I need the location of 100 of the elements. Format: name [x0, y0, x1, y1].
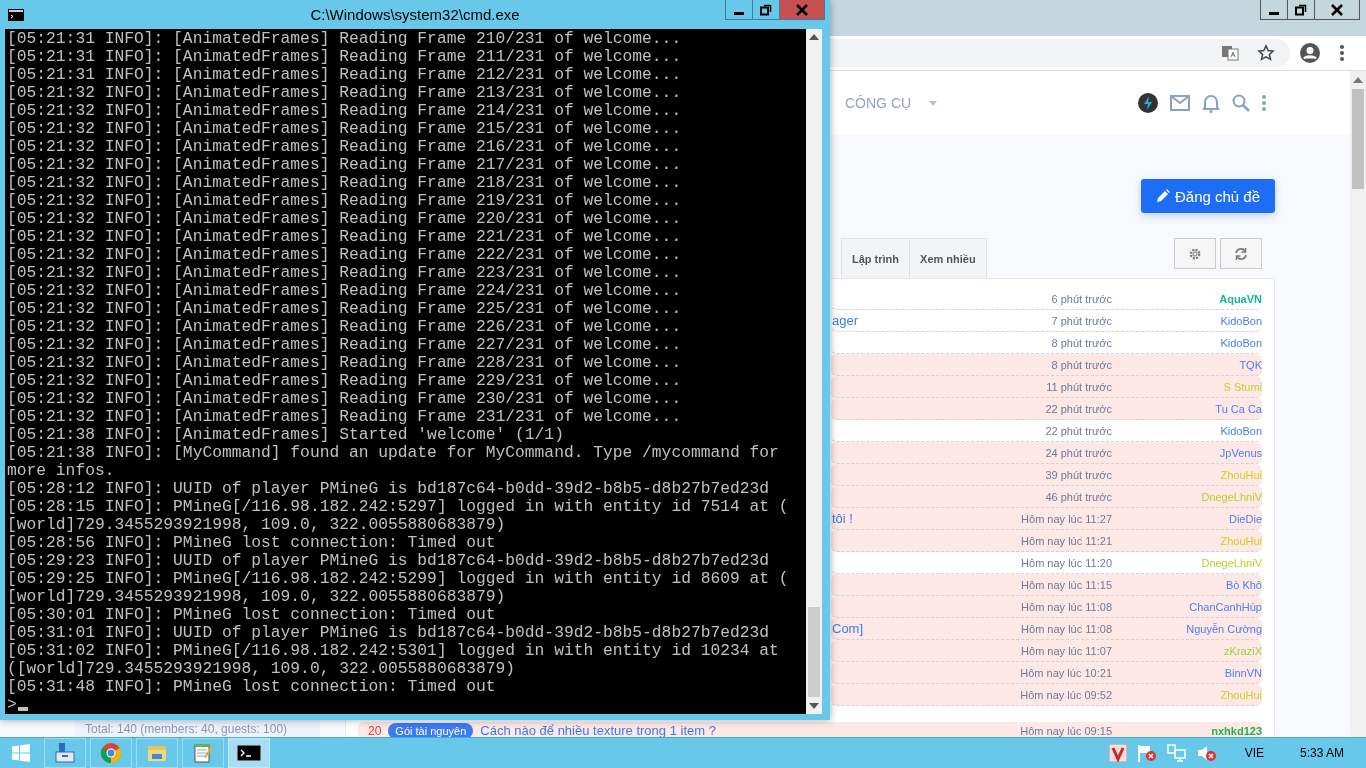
antivirus-icon[interactable] [1108, 744, 1127, 762]
thread-user[interactable]: BinnVN [1172, 666, 1262, 679]
thread-tag[interactable]: Gói tài nguyên [388, 722, 474, 737]
console-line: [world]729.3455293921998, 109.0, 322.0055880683879) [7, 588, 507, 606]
thread-row[interactable]: Hôm nay lúc 11:08 ChanCanhHúp [831, 596, 1262, 618]
scroll-up-icon[interactable] [809, 34, 819, 40]
thread-user[interactable]: DieDie [1172, 512, 1262, 525]
scroll-down-icon[interactable] [809, 703, 819, 709]
thread-time: 6 phút trước [1050, 292, 1112, 305]
thread-row[interactable]: Com] Hôm nay lúc 11:08 Nguyễn Cường [831, 618, 1262, 640]
thread-time: Hôm nay lúc 11:15 [1020, 578, 1112, 591]
tab[interactable]: Lập trình [841, 238, 911, 278]
mail-icon[interactable] [1170, 95, 1190, 111]
thread-title[interactable]: ager [832, 313, 859, 328]
thread-row[interactable]: Hôm nay lúc 11:15 Bò Khô [831, 574, 1262, 596]
console-line: more infos. [7, 462, 116, 480]
console-line: [05:21:32 INFO]: [AnimatedFrames] Reading Frame 213/231 of welcome... [7, 84, 683, 102]
console-line: [05:21:31 INFO]: [AnimatedFrames] Reading Frame 210/231 of welcome... [7, 30, 683, 48]
search-icon[interactable] [1232, 94, 1250, 112]
scrollbar[interactable] [1350, 71, 1366, 737]
thread-time: 11 phút trước [1045, 380, 1112, 393]
console-line: [05:21:32 INFO]: [AnimatedFrames] Reading Frame 224/231 of welcome... [7, 282, 683, 300]
notepad-taskbar-button[interactable] [182, 738, 224, 768]
thread-row[interactable]: Hôm nay lúc 11:21 ZhouHui [831, 530, 1262, 552]
tab[interactable]: Xem nhiều [909, 238, 987, 278]
console-line: [05:29:23 INFO]: UUID of player PMineG is bd187c64-b0dd-39d2-b8b5-d8b27b7ed23d [7, 552, 771, 570]
thread-user[interactable]: KidoBon [1172, 424, 1262, 437]
console-line: [world]729.3455293921998, 109.0, 322.0055880683879) [7, 516, 507, 534]
clock[interactable]: 5:33 AM [1299, 746, 1344, 760]
console-icon [8, 8, 24, 21]
bolt-icon[interactable] [1138, 93, 1158, 113]
console-line: [05:28:56 INFO]: PMineG lost connection: Timed out [7, 534, 497, 552]
minimize-icon [734, 11, 744, 15]
star-icon[interactable] [1257, 44, 1275, 62]
thread-user[interactable]: TQK [1172, 358, 1262, 371]
nav-item[interactable]: CÔNG CỤ [845, 95, 912, 111]
chrome-taskbar-button[interactable] [90, 738, 132, 768]
thread-row[interactable]: 24 phút trước JpVenus [831, 442, 1262, 464]
input-language[interactable]: VIE [1244, 746, 1264, 760]
gear-icon [1188, 246, 1202, 261]
translate-icon[interactable] [1221, 45, 1239, 61]
settings-button[interactable] [1174, 238, 1216, 269]
close-button[interactable] [1314, 0, 1360, 20]
console-line: [05:28:15 INFO]: PMineG[/116.98.182.242:5297] logged in with entity id 7514 at ( [7, 498, 790, 516]
thread-title[interactable]: Cách nào để nhiều texture trong 1 item ? [480, 723, 716, 737]
thread-user[interactable]: Nguyễn Cường [1172, 622, 1262, 635]
minimize-button[interactable] [1260, 0, 1288, 20]
refresh-icon [1234, 246, 1248, 261]
thread-row[interactable]: Hôm nay lúc 10:21 BinnVN [831, 662, 1262, 684]
thread-row[interactable]: 8 phút trước TQK [831, 354, 1262, 376]
server-taskbar-button[interactable] [44, 738, 86, 768]
windows-logo-icon [12, 744, 30, 762]
thread-time: Hôm nay lúc 11:20 [1020, 556, 1112, 569]
menu-icon[interactable] [1340, 45, 1344, 61]
console-taskbar-button[interactable] [228, 738, 270, 768]
thread-row[interactable]: 11 phút trước S Stumi [831, 376, 1262, 398]
profile-icon[interactable] [1300, 43, 1320, 63]
thread-user[interactable]: ChanCanhHúp [1172, 600, 1262, 613]
refresh-button[interactable] [1220, 238, 1262, 269]
thread-user[interactable]: KidoBon [1172, 314, 1262, 327]
more-icon[interactable] [1262, 95, 1266, 111]
browser-icon [100, 742, 122, 764]
thread-title[interactable]: tôi ! [832, 511, 853, 526]
scrollbar-thumb[interactable] [808, 607, 820, 697]
thread-row[interactable]: tôi ! Hôm nay lúc 11:27 DieDie [831, 508, 1262, 530]
thread-time: 46 phút trước [1044, 490, 1112, 503]
thread-time: 7 phút trước [1050, 314, 1112, 327]
volume-muted-icon[interactable] [1196, 744, 1217, 762]
console-line: [05:21:32 INFO]: [AnimatedFrames] Reading Frame 220/231 of welcome... [7, 210, 683, 228]
bell-icon[interactable] [1202, 93, 1220, 113]
thread-row[interactable]: 22 phút trước Tu Ca Ca [831, 398, 1262, 420]
console-line: [05:21:38 INFO]: [AnimatedFrames] Started 'welcome' (1/1) [7, 426, 565, 444]
scrollbar-thumb[interactable] [1352, 89, 1364, 189]
console-line: [05:21:32 INFO]: [AnimatedFrames] Reading Frame 218/231 of welcome... [7, 174, 683, 192]
thread-row[interactable]: 6 phút trước AquaVN [831, 288, 1262, 310]
thread-user[interactable]: AquaVN [1172, 292, 1262, 305]
scrollbar[interactable] [806, 29, 822, 714]
thread-user[interactable]: Bò Khô [1172, 578, 1262, 591]
thread-row[interactable]: Hôm nay lúc 11:07 zKraziX [831, 640, 1262, 662]
thread-user[interactable]: KidoBon [1172, 336, 1262, 349]
thread-time: Hôm nay lúc 09:52 [1019, 688, 1112, 701]
post-thread-button[interactable]: Đăng chủ đề [1141, 179, 1275, 213]
scroll-up-icon[interactable] [1353, 77, 1363, 83]
console-line: [05:21:32 INFO]: [AnimatedFrames] Reading Frame 227/231 of welcome... [7, 336, 683, 354]
thread-row[interactable]: Hôm nay lúc 09:52 ZhouHui [831, 684, 1262, 706]
explorer-taskbar-button[interactable] [136, 738, 178, 768]
thread-row[interactable]: 39 phút trước ZhouHui [831, 464, 1262, 486]
thread-user[interactable]: Tu Ca Ca [1172, 402, 1262, 415]
flag-error-icon[interactable] [1136, 744, 1157, 762]
minimize-button[interactable] [725, 0, 753, 20]
thread-row[interactable]: 46 phút trước DnegeLhniV [831, 486, 1262, 508]
thread-time: Hôm nay lúc 11:08 [1020, 600, 1112, 613]
thread-row[interactable]: ager 7 phút trước KidoBon [831, 310, 1262, 332]
thread-user[interactable]: JpVenus [1172, 446, 1262, 459]
server-toolbox-icon [54, 742, 76, 764]
console-line: [05:21:32 INFO]: [AnimatedFrames] Reading Frame 225/231 of welcome... [7, 300, 683, 318]
thread-row[interactable]: 20 Gói tài nguyên Cách nào để nhiều texture trong 1 item ? Hôm nay lúc 09:15 nxhkd123 [358, 722, 1262, 737]
thread-title[interactable]: Com] [832, 621, 864, 636]
console-line: [05:21:32 INFO]: [AnimatedFrames] Reading Frame 215/231 of welcome... [7, 120, 683, 138]
thread-user[interactable]: nxhkd123 [1172, 724, 1262, 737]
